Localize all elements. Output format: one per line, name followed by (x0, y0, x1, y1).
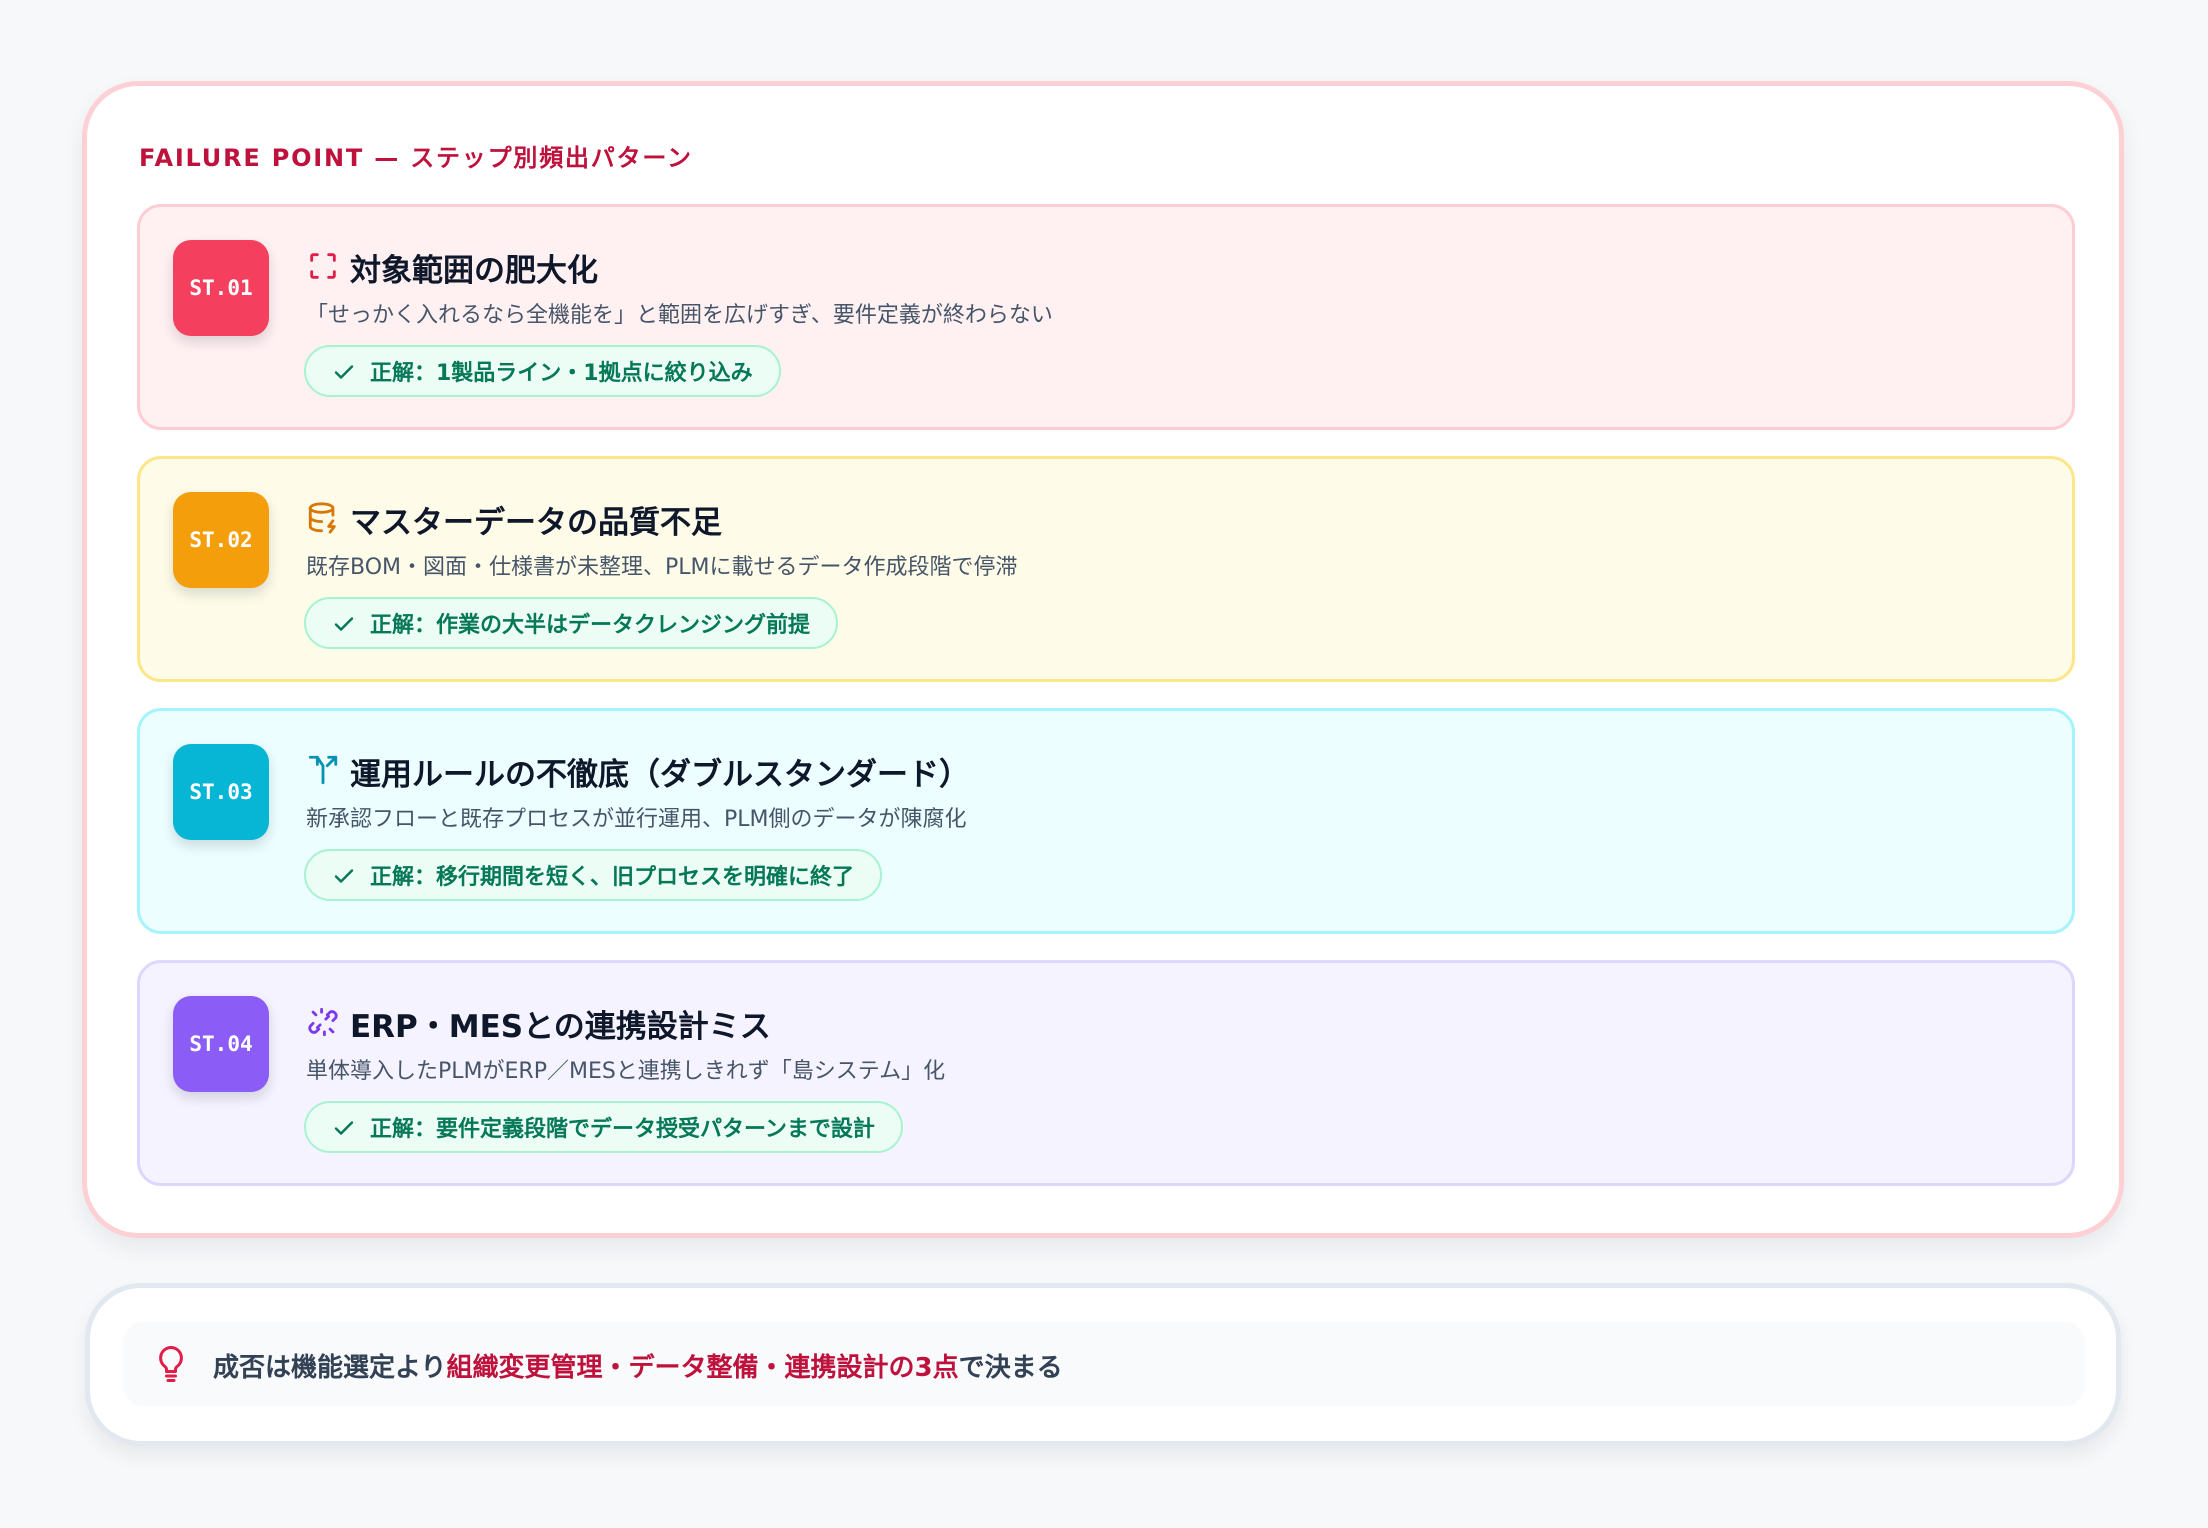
step-description: 「せっかく入れるなら全機能を」と範囲を広げすぎ、要件定義が終わらない (306, 303, 1053, 328)
summary-box: 成否は機能選定より組織変更管理・データ整備・連携設計の3点で決まる (123, 1322, 2085, 1406)
solution-pill: 正解：移行期間を短く、旧プロセスを明確に終了 (304, 849, 883, 901)
check-icon (334, 617, 354, 631)
solution-pill: 正解：1製品ライン・1拠点に絞り込み (304, 345, 781, 397)
solution-text: 正解：移行期間を短く、旧プロセスを明確に終了 (370, 865, 855, 890)
step-badge: ST.03 (173, 744, 269, 840)
database-warning-icon (308, 502, 336, 534)
check-icon (334, 1121, 354, 1135)
split-arrows-icon (308, 755, 338, 785)
section-label: FAILURE POINT — ステップ別頻出パターン (139, 144, 693, 172)
solution-pill: 正解：要件定義段階でデータ授受パターンまで設計 (304, 1101, 903, 1153)
failure-points-card: FAILURE POINT — ステップ別頻出パターン ST.01 対象範囲の肥… (82, 81, 2124, 1238)
solution-text: 正解：1製品ライン・1拠点に絞り込み (370, 361, 753, 386)
step-description: 単体導入したPLMがERP／MESと連携しきれず「島システム」化 (306, 1059, 946, 1084)
step-card-02: ST.02 マスターデータの品質不足 既存BOM・図面・仕様書が未整理、PLMに… (137, 456, 2075, 682)
broken-link-icon (308, 1007, 338, 1037)
step-badge: ST.01 (173, 240, 269, 336)
summary-card: 成否は機能選定より組織変更管理・データ整備・連携設計の3点で決まる (85, 1283, 2121, 1446)
scan-frame-icon (310, 253, 336, 279)
solution-text: 正解：作業の大半はデータクレンジング前提 (370, 613, 811, 638)
step-card-01: ST.01 対象範囲の肥大化 「せっかく入れるなら全機能を」と範囲を広げすぎ、要… (137, 204, 2075, 430)
step-badge: ST.02 (173, 492, 269, 588)
summary-text: 成否は機能選定より組織変更管理・データ整備・連携設計の3点で決まる (213, 1347, 1063, 1384)
step-description: 新承認フローと既存プロセスが並行運用、PLM側のデータが陳腐化 (306, 807, 967, 832)
step-description: 既存BOM・図面・仕様書が未整理、PLMに載せるデータ作成段階で停滞 (306, 555, 1018, 580)
step-title: 運用ルールの不徹底（ダブルスタンダード） (350, 757, 970, 793)
solution-text: 正解：要件定義段階でデータ授受パターンまで設計 (370, 1117, 875, 1142)
step-badge: ST.04 (173, 996, 269, 1092)
step-title: ERP・MESとの連携設計ミス (350, 1009, 771, 1045)
summary-text-highlight: 組織変更管理・データ整備・連携設計の3点 (446, 1353, 959, 1383)
step-card-03: ST.03 運用ルールの不徹底（ダブルスタンダード） 新承認フローと既存プロセス… (137, 708, 2075, 934)
check-icon (334, 365, 354, 379)
step-title: マスターデータの品質不足 (350, 505, 722, 541)
step-title: 対象範囲の肥大化 (350, 253, 598, 289)
summary-text-before: 成否は機能選定より (213, 1353, 447, 1383)
check-icon (334, 869, 354, 883)
solution-pill: 正解：作業の大半はデータクレンジング前提 (304, 597, 839, 649)
lightbulb-icon (159, 1346, 183, 1382)
step-card-04: ST.04 ERP・MESとの連携設計ミス 単体導入したPLMがERP／MESと… (137, 960, 2075, 1186)
summary-text-after: で決まる (958, 1353, 1063, 1383)
